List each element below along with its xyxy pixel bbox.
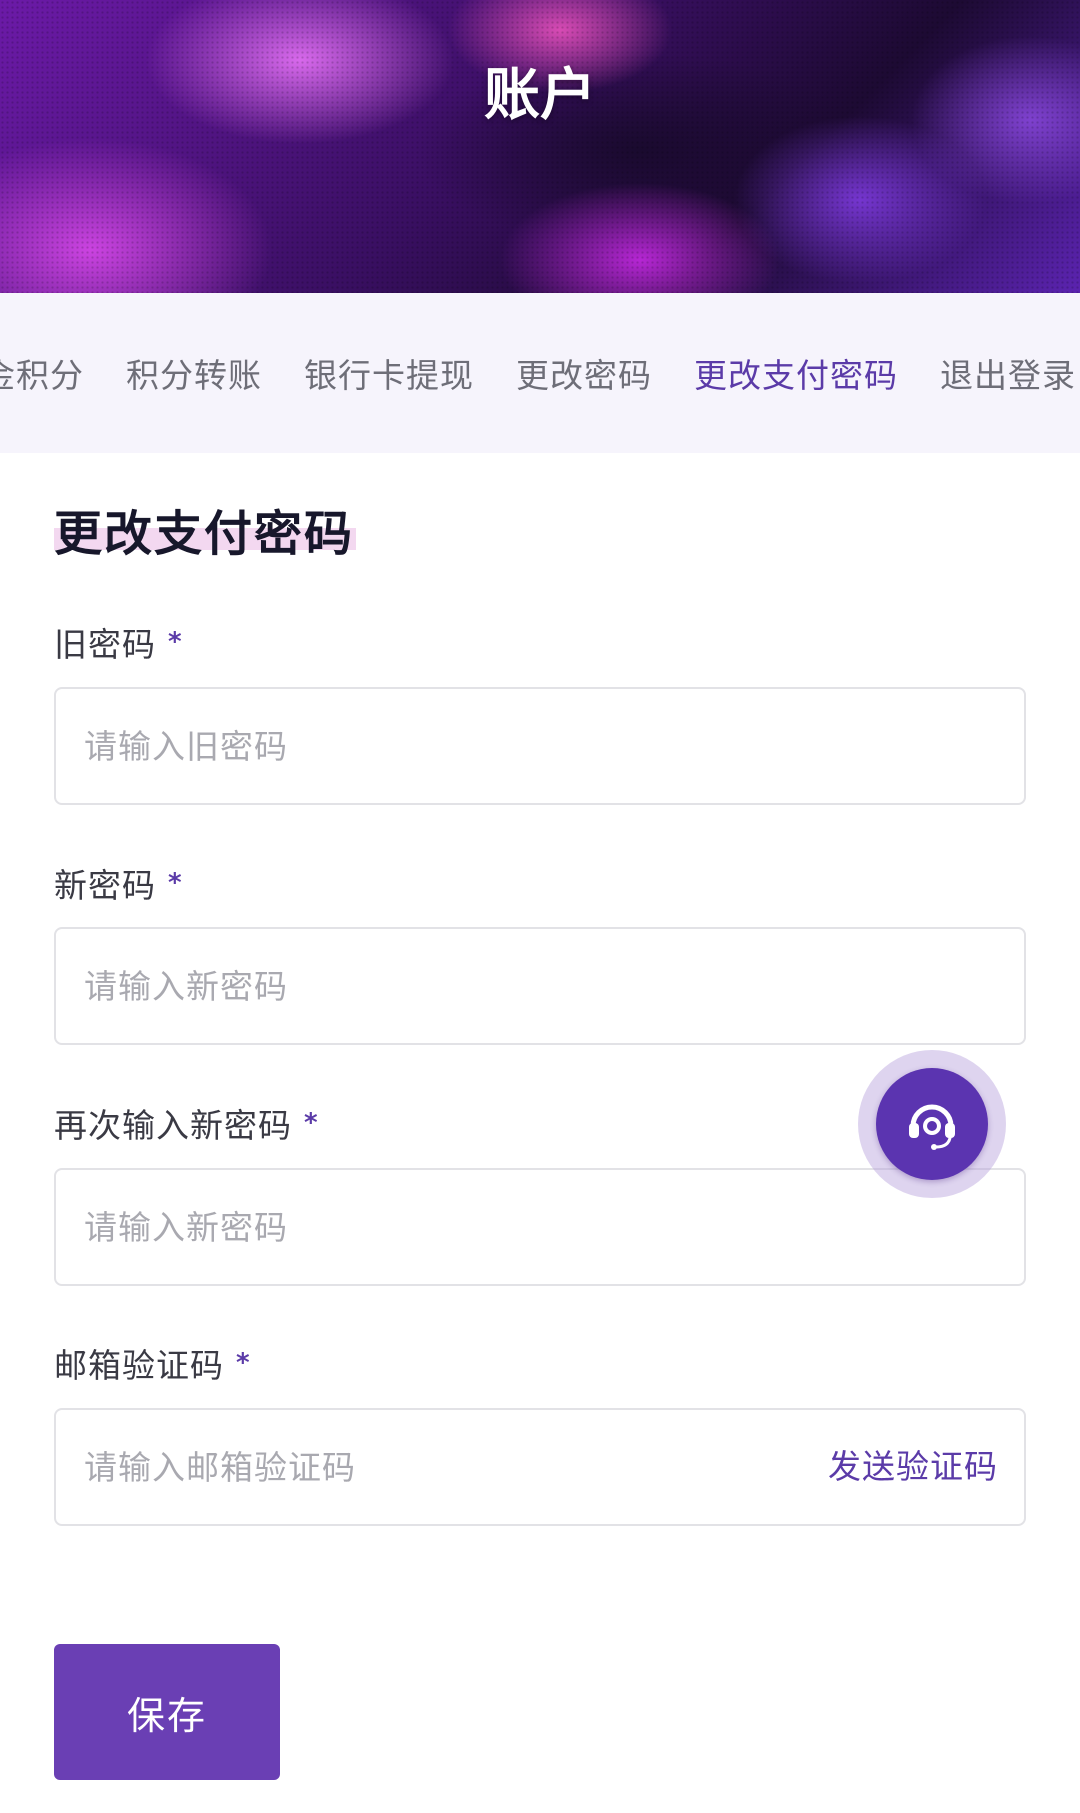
customer-support-circle bbox=[876, 1068, 988, 1180]
account-tab-bar[interactable]: 金积分 积分转账 银行卡提现 更改密码 更改支付密码 退出登录 bbox=[0, 293, 1080, 453]
headset-icon bbox=[909, 1104, 955, 1150]
email-code-field[interactable]: 发送验证码 bbox=[54, 1408, 1026, 1526]
tab-change-password[interactable]: 更改密码 bbox=[516, 349, 652, 397]
customer-support-button[interactable] bbox=[858, 1050, 1006, 1198]
email-code-input[interactable] bbox=[82, 1410, 722, 1524]
old-password-label-text: 旧密码 bbox=[54, 625, 156, 664]
new-password-input[interactable] bbox=[82, 929, 722, 1043]
required-mark: * bbox=[304, 1108, 319, 1138]
tab-points-transfer[interactable]: 积分转账 bbox=[126, 349, 262, 397]
old-password-field[interactable] bbox=[54, 687, 1026, 805]
confirm-password-label-text: 再次输入新密码 bbox=[54, 1106, 292, 1145]
tab-gold-points[interactable]: 金积分 bbox=[0, 349, 84, 397]
confirm-password-label: 再次输入新密码 * bbox=[54, 1099, 319, 1147]
email-code-label-text: 邮箱验证码 bbox=[54, 1346, 224, 1385]
tab-list: 金积分 积分转账 银行卡提现 更改密码 更改支付密码 退出登录 bbox=[0, 293, 1076, 453]
send-code-button[interactable]: 发送验证码 bbox=[828, 1410, 998, 1524]
email-code-label: 邮箱验证码 * bbox=[54, 1339, 251, 1387]
required-mark: * bbox=[168, 627, 183, 657]
required-mark: * bbox=[236, 1348, 251, 1378]
old-password-label: 旧密码 * bbox=[54, 618, 183, 666]
page-title: 账户 bbox=[484, 63, 596, 128]
tab-logout[interactable]: 退出登录 bbox=[940, 349, 1076, 397]
confirm-password-field[interactable] bbox=[54, 1168, 1026, 1286]
tab-change-pay-password[interactable]: 更改支付密码 bbox=[694, 349, 898, 397]
new-password-label-text: 新密码 bbox=[54, 866, 156, 905]
tab-bank-withdraw[interactable]: 银行卡提现 bbox=[304, 349, 474, 397]
new-password-field[interactable] bbox=[54, 927, 1026, 1045]
confirm-password-input[interactable] bbox=[82, 1170, 722, 1284]
old-password-input[interactable] bbox=[82, 689, 722, 803]
form-title: 更改支付密码 bbox=[54, 506, 355, 562]
required-mark: * bbox=[168, 868, 183, 898]
save-button[interactable]: 保存 bbox=[54, 1644, 280, 1780]
new-password-label: 新密码 * bbox=[54, 859, 183, 907]
header-banner: 账户 bbox=[0, 0, 1080, 293]
